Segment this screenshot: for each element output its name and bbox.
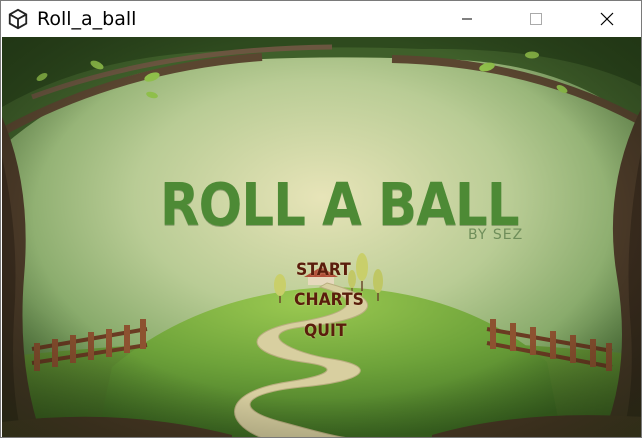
minimize-icon xyxy=(462,18,472,20)
window-title: Roll_a_ball xyxy=(37,8,137,30)
quit-button[interactable]: QUIT xyxy=(304,321,346,341)
title-bar[interactable]: Roll_a_ball xyxy=(1,1,641,37)
game-viewport[interactable]: ROLL A BALL BY SEZ START CHARTS QUIT xyxy=(2,37,641,437)
author-byline: BY SEZ xyxy=(468,227,524,243)
unity-logo-icon xyxy=(8,8,28,30)
charts-button[interactable]: CHARTS xyxy=(294,290,364,310)
close-icon xyxy=(600,12,614,26)
app-window: Roll_a_ball ROLL A BALL BY SEZ START CHA… xyxy=(0,0,642,438)
minimize-button[interactable] xyxy=(444,1,490,37)
start-button[interactable]: START xyxy=(296,260,351,280)
game-title: ROLL A BALL xyxy=(160,170,520,239)
maximize-icon xyxy=(530,13,542,25)
maximize-button[interactable] xyxy=(513,1,559,37)
close-button[interactable] xyxy=(584,1,630,37)
